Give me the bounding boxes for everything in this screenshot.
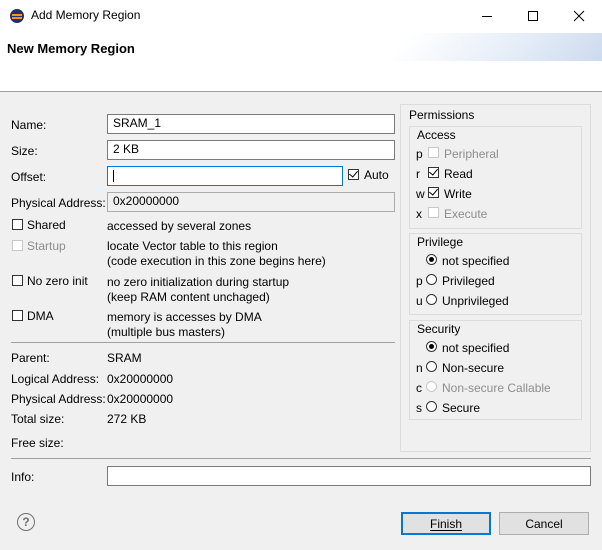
size-label: Size: — [11, 144, 38, 158]
execute-checkbox[interactable] — [428, 207, 439, 218]
auto-label[interactable]: Auto — [364, 168, 389, 182]
non-secure-callable-radio[interactable] — [426, 381, 437, 392]
access-key-r: r — [416, 167, 420, 181]
no-zero-init-description-2: (keep RAM content unchaged) — [107, 290, 270, 304]
dma-checkbox[interactable] — [12, 310, 23, 321]
size-input[interactable]: 2 KB — [107, 140, 395, 160]
non-secure-radio[interactable] — [426, 361, 437, 372]
auto-checkbox[interactable] — [348, 169, 359, 180]
dma-description-2: (multiple bus masters) — [107, 325, 226, 339]
access-key-x: x — [416, 207, 422, 221]
access-title: Access — [417, 128, 456, 142]
permissions-title: Permissions — [409, 108, 475, 122]
security-key-n: n — [416, 361, 423, 375]
total-size-label: Total size: — [11, 412, 65, 426]
offset-label: Offset: — [11, 170, 47, 184]
logical-address-value: 0x20000000 — [107, 372, 174, 386]
help-icon: ? — [22, 515, 30, 529]
startup-checkbox[interactable] — [12, 240, 23, 251]
offset-input[interactable] — [107, 166, 343, 186]
shared-checkbox[interactable] — [12, 219, 23, 230]
no-zero-init-description: no zero initialization during startup — [107, 275, 290, 289]
non-secure-callable-label[interactable]: Non-secure Callable — [442, 381, 551, 395]
info-divider — [11, 458, 591, 459]
parent-label: Parent: — [11, 351, 50, 365]
name-input[interactable]: SRAM_1 — [107, 114, 395, 134]
close-button[interactable] — [556, 0, 602, 31]
read-checkbox[interactable] — [428, 167, 439, 178]
no-zero-init-label[interactable]: No zero init — [27, 274, 88, 288]
name-label: Name: — [11, 118, 47, 132]
secure-label[interactable]: Secure — [442, 401, 480, 415]
security-not-specified-label[interactable]: not specified — [442, 341, 509, 355]
startup-description: locate Vector table to this region — [107, 239, 278, 253]
unprivileged-label[interactable]: Unprivileged — [442, 294, 509, 308]
banner-decoration — [392, 33, 602, 61]
shared-description: accessed by several zones — [107, 219, 252, 233]
total-size-value: 272 KB — [107, 412, 147, 426]
cancel-button[interactable]: Cancel — [499, 512, 589, 535]
security-key-c: c — [416, 381, 422, 395]
finish-button[interactable]: Finish — [401, 512, 491, 535]
security-title: Security — [417, 322, 461, 336]
physical-address-label: Physical Address: — [11, 196, 106, 210]
dma-label[interactable]: DMA — [27, 309, 54, 323]
no-zero-init-checkbox[interactable] — [12, 275, 23, 286]
maximize-icon — [528, 10, 538, 21]
physical-address-info-label: Physical Address: — [11, 392, 106, 406]
window-title: Add Memory Region — [31, 8, 141, 22]
security-key-s: s — [416, 401, 422, 415]
privilege-key-u: u — [416, 294, 423, 308]
close-icon — [573, 10, 585, 21]
startup-label[interactable]: Startup — [27, 239, 66, 253]
maximize-button[interactable] — [510, 0, 556, 31]
text-cursor — [113, 169, 114, 182]
info-input[interactable] — [107, 466, 591, 486]
finish-button-label: Finish — [429, 516, 462, 531]
privilege-not-specified-label[interactable]: not specified — [442, 254, 509, 268]
options-divider — [11, 342, 395, 343]
peripheral-label[interactable]: Peripheral — [444, 147, 499, 161]
dialog-banner — [0, 31, 602, 91]
privileged-label[interactable]: Privileged — [442, 274, 495, 288]
write-checkbox[interactable] — [428, 187, 439, 198]
privilege-key-p: p — [416, 274, 423, 288]
cancel-button-label: Cancel — [525, 516, 563, 531]
privilege-title: Privilege — [417, 235, 464, 249]
access-key-p: p — [416, 147, 423, 161]
peripheral-checkbox[interactable] — [428, 147, 439, 158]
write-label[interactable]: Write — [444, 187, 472, 201]
startup-description-2: (code execution in this zone begins here… — [107, 254, 326, 268]
privilege-not-specified-radio[interactable] — [426, 254, 437, 265]
physical-address-info-value: 0x20000000 — [107, 392, 174, 406]
physical-address-field: 0x20000000 — [107, 192, 395, 212]
shared-label[interactable]: Shared — [27, 218, 66, 232]
non-secure-label[interactable]: Non-secure — [442, 361, 504, 375]
security-not-specified-radio[interactable] — [426, 341, 437, 352]
free-size-label: Free size: — [11, 436, 64, 450]
execute-label[interactable]: Execute — [444, 207, 487, 221]
eclipse-app-icon — [10, 9, 24, 23]
info-label: Info: — [11, 470, 35, 484]
parent-value: SRAM — [107, 351, 142, 365]
help-button[interactable]: ? — [17, 513, 35, 531]
unprivileged-radio[interactable] — [426, 294, 437, 305]
dialog-heading: New Memory Region — [7, 41, 135, 56]
dma-description: memory is accesses by DMA — [107, 310, 262, 324]
read-label[interactable]: Read — [444, 167, 473, 181]
secure-radio[interactable] — [426, 401, 437, 412]
minimize-icon — [482, 15, 492, 17]
privileged-radio[interactable] — [426, 274, 437, 285]
logical-address-label: Logical Address: — [11, 372, 100, 386]
access-key-w: w — [416, 187, 425, 201]
minimize-button[interactable] — [464, 0, 510, 31]
banner-divider — [0, 91, 602, 92]
